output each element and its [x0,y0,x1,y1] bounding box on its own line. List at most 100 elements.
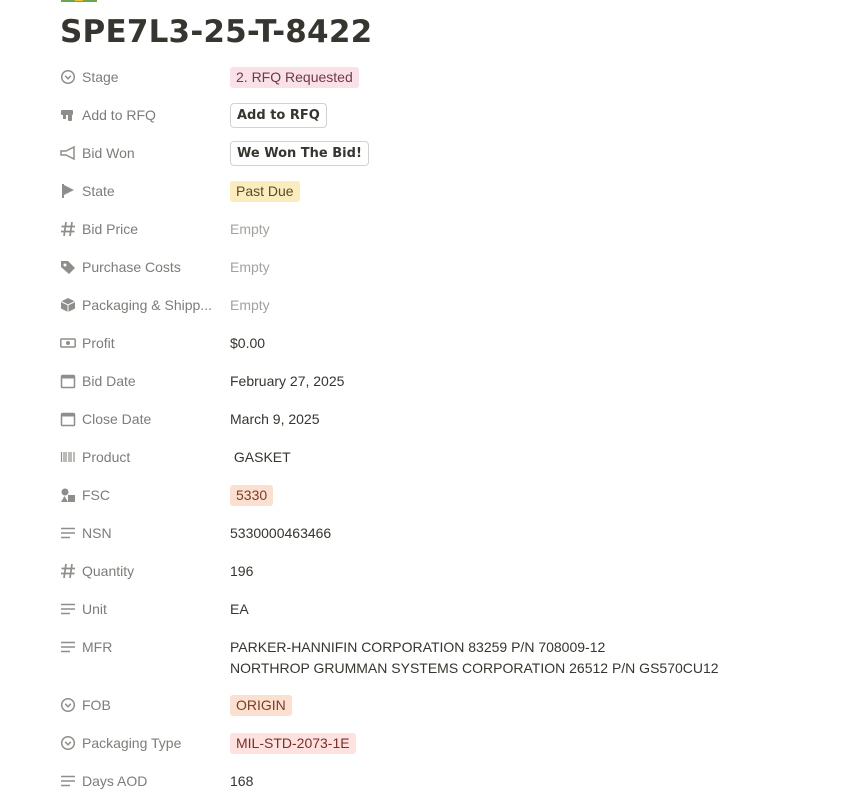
property-value[interactable]: 168 [230,762,253,800]
property-name[interactable]: FOB [60,686,212,724]
property-name[interactable]: State [60,172,212,210]
property-days-aod: Days AOD 168 [0,762,846,800]
state-tag[interactable]: Past Due [230,180,300,202]
property-value: Add to RFQ [230,96,327,134]
property-label: Stage [82,69,119,85]
property-close-date: Close Date March 9, 2025 [0,400,846,438]
property-name[interactable]: MFR [60,628,212,666]
property-packaging-type: Packaging Type MIL-STD-2073-1E [0,724,846,762]
packaging-type-tag[interactable]: MIL-STD-2073-1E [230,732,356,754]
product-value: GASKET [230,449,291,465]
property-value[interactable]: 2. RFQ Requested [230,58,359,96]
property-value: We Won The Bid! [230,134,369,172]
barcode-icon [60,449,76,465]
box-icon [60,297,76,313]
money-icon [61,0,97,2]
property-value[interactable]: February 27, 2025 [230,362,344,400]
property-add-to-rfq: Add to RFQ Add to RFQ [0,96,846,134]
property-name[interactable]: Product [60,438,212,476]
property-label: Unit [82,601,107,617]
properties-list: Stage 2. RFQ Requested Add to RFQ Add to… [0,58,846,800]
property-name[interactable]: Unit [60,590,212,628]
text-lines-icon [60,639,76,655]
days-aod-value: 168 [230,773,254,789]
property-name[interactable]: Days AOD [60,762,212,800]
tag-icon [60,259,76,275]
property-value[interactable]: MIL-STD-2073-1E [230,724,356,762]
property-quantity: Quantity 196 [0,552,846,590]
property-name[interactable]: Bid Price [60,210,212,248]
property-name[interactable]: Quantity [60,552,212,590]
property-label: Packaging Type [82,735,182,751]
property-label: Add to RFQ [82,107,156,123]
property-value[interactable]: Empty [230,286,270,324]
hash-icon [60,563,76,579]
profit-value: $0.00 [230,335,266,351]
property-value[interactable]: $0.00 [230,324,265,362]
property-nsn: NSN 5330000463466 [0,514,846,552]
stage-tag[interactable]: 2. RFQ Requested [230,66,359,88]
property-name[interactable]: Add to RFQ [60,96,212,134]
property-value[interactable]: Empty [230,210,270,248]
empty-placeholder: Empty [230,221,270,237]
stage-icon [60,697,76,713]
property-value[interactable]: GASKET [230,438,291,476]
property-purchase-costs: Purchase Costs Empty [0,248,846,286]
nsn-value: 5330000463466 [230,525,332,541]
property-label: Bid Price [82,221,139,237]
property-bid-won: Bid Won We Won The Bid! [0,134,846,172]
property-mfr: MFR PARKER-HANNIFIN CORPORATION 83259 P/… [0,628,846,686]
property-name[interactable]: Bid Won [60,134,212,172]
empty-placeholder: Empty [230,259,270,275]
stage-icon [60,735,76,751]
property-label: Close Date [82,411,152,427]
close-date-value: March 9, 2025 [230,411,320,427]
shapes-icon [60,487,76,503]
fsc-tag[interactable]: 5330 [230,484,274,506]
quantity-value: 196 [230,563,254,579]
property-label: FSC [82,487,110,503]
we-won-the-bid-button[interactable]: We Won The Bid! [230,140,369,166]
property-stage: Stage 2. RFQ Requested [0,58,846,96]
property-name[interactable]: FSC [60,476,212,514]
property-unit: Unit EA [0,590,846,628]
property-fob: FOB ORIGIN [0,686,846,724]
property-value[interactable]: March 9, 2025 [230,400,320,438]
property-label: Purchase Costs [82,259,181,275]
property-name[interactable]: Stage [60,58,212,96]
property-name[interactable]: Bid Date [60,362,212,400]
property-label: Bid Won [82,145,135,161]
empty-placeholder: Empty [230,297,270,313]
property-value[interactable]: ORIGIN [230,686,292,724]
property-bid-price: Bid Price Empty [0,210,846,248]
add-to-rfq-button[interactable]: Add to RFQ [230,102,327,128]
property-name[interactable]: Packaging Type [60,724,212,762]
bid-date-value: February 27, 2025 [230,373,345,389]
page-title: SPE7L3-25-T-8422 [60,14,373,50]
property-name[interactable]: Profit [60,324,212,362]
property-name[interactable]: NSN [60,514,212,552]
calendar-icon [60,373,76,389]
property-label: State [82,183,115,199]
property-packaging-shipping: Packaging & Shipp... Empty [0,286,846,324]
property-label: MFR [82,639,113,655]
property-value[interactable]: 5330 [230,476,274,514]
property-value[interactable]: 196 [230,552,253,590]
property-value[interactable]: EA [230,590,249,628]
property-product: Product GASKET [0,438,846,476]
text-lines-icon [60,773,76,789]
text-lines-icon [60,601,76,617]
property-value[interactable]: PARKER-HANNIFIN CORPORATION 83259 P/N 70… [230,637,719,679]
money-bill-icon [60,335,76,351]
property-name[interactable]: Purchase Costs [60,248,212,286]
property-value[interactable]: 5330000463466 [230,514,331,552]
unit-value: EA [230,601,249,617]
property-name[interactable]: Packaging & Shipp... [60,286,212,324]
property-name[interactable]: Close Date [60,400,212,438]
fob-tag[interactable]: ORIGIN [230,694,292,716]
property-value[interactable]: Past Due [230,172,300,210]
property-value[interactable]: Empty [230,248,270,286]
property-label: Product [82,449,131,465]
mfr-line: NORTHROP GRUMMAN SYSTEMS CORPORATION 265… [230,660,719,676]
text-lines-icon [60,525,76,541]
